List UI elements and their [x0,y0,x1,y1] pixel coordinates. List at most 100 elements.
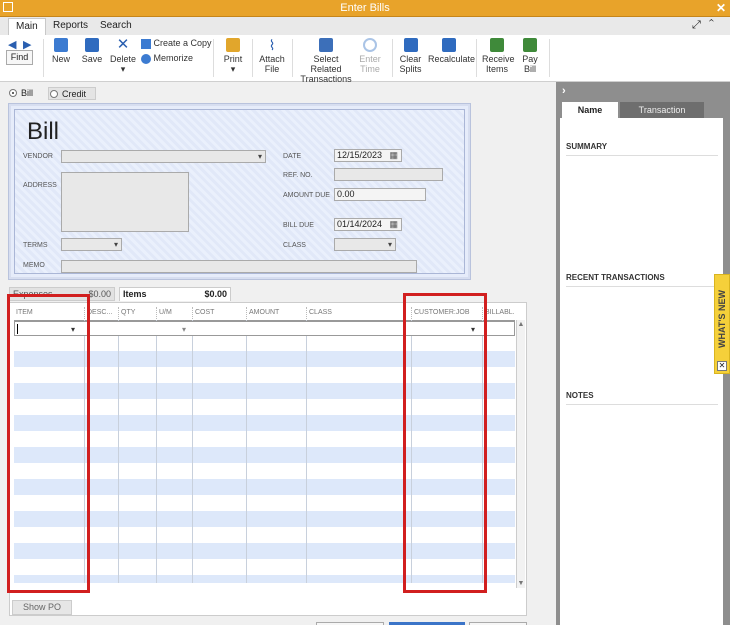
paperclip-icon: ⌇ [268,37,276,53]
credit-radio-dot [50,90,58,98]
collapse-panel-icon[interactable]: › [562,85,566,97]
close-whats-new-icon[interactable]: ✕ [717,361,727,371]
address-label: ADDRESS [23,182,57,189]
whats-new-tab[interactable]: WHAT'S NEW ✕ [714,274,730,374]
column-divider [118,320,119,583]
copy-icon [141,38,151,49]
scroll-up-icon[interactable]: ▲ [517,321,525,328]
receive-items-label-1: Receive [482,54,515,64]
window-title: Enter Bills [340,2,390,14]
recent-transactions-heading: RECENT TRANSACTIONS [566,273,718,287]
scroll-down-icon[interactable]: ▼ [517,580,525,587]
memorize-icon [141,53,151,64]
memorize-button[interactable]: Memorize [141,53,193,64]
clear-splits-button[interactable]: Clear Splits [398,37,423,74]
vendor-dropdown[interactable] [61,150,266,163]
tab-items[interactable]: Items $0.00 [119,287,231,301]
close-icon[interactable]: ✕ [716,1,726,15]
delete-x-icon: ✕ [116,36,130,53]
bill-radio-label: Bill [21,88,34,98]
col-cost[interactable]: COST [192,307,246,319]
column-divider [246,320,247,583]
form-title: Bill [27,118,60,145]
memorize-label: Memorize [153,53,194,63]
enter-time-button[interactable]: Enter Time [357,37,383,74]
amount-due-label: AMOUNT DUE [283,192,330,199]
select-related-transactions-button[interactable]: Select Related Transactions [298,37,354,84]
address-field[interactable] [61,172,189,232]
bill-main-area: Bill Credit Bill VENDOR ADDRESS TERMS ME… [0,82,555,625]
tab-search[interactable]: Search [93,18,139,35]
col-amount[interactable]: AMOUNT [246,307,306,319]
grid-scrollbar[interactable]: ▲ ▼ [516,320,525,588]
highlight-customer-job-column [403,293,487,593]
save-button[interactable]: Save [80,37,104,64]
attach-file-button[interactable]: ⌇ Attach File [258,37,286,74]
ref-no-label: REF. NO. [283,172,313,179]
panel-body: SUMMARY RECENT TRANSACTIONS NOTES [560,118,723,625]
collapse-ribbon-icon[interactable]: ⌃ [709,19,722,31]
pay-bill-label-2: Bill [523,64,536,74]
expand-icon[interactable]: ⤢ [692,19,709,31]
terms-label: TERMS [23,242,48,249]
amount-due-field[interactable]: 0.00 [334,188,426,201]
vendor-label: VENDOR [23,153,53,160]
pay-bill-icon [523,38,537,52]
column-divider [306,320,307,583]
save-icon [85,38,99,52]
attach-label-1: Attach [259,54,285,64]
credit-radio[interactable]: Credit [48,87,96,100]
bill-radio[interactable]: Bill [8,87,48,100]
date-label: DATE [283,153,302,160]
delete-button[interactable]: ✕ Delete ▾ [110,37,136,74]
find-button[interactable]: Find [6,50,33,65]
pay-bill-button[interactable]: Pay Bill [518,37,542,74]
column-divider [156,320,157,583]
class-dropdown[interactable] [334,238,396,251]
delete-label: Delete [110,54,137,64]
bill-due-label: BILL DUE [283,222,314,229]
highlight-item-column [7,294,90,593]
whats-new-label: WHAT'S NEW [717,290,727,348]
expenses-amount: $0.00 [88,289,111,299]
clear-splits-label-1: Clear [399,54,422,64]
enter-time-label-1: Enter [359,54,381,64]
save-label: Save [81,54,103,64]
tab-reports[interactable]: Reports [46,18,95,35]
receive-items-icon [490,38,504,52]
window-controls: ⤢⌃ [692,19,722,32]
show-po-button[interactable]: Show PO [12,600,72,615]
col-um[interactable]: U/M [156,307,192,319]
credit-radio-label: Credit [62,89,87,99]
bill-form: Bill VENDOR ADDRESS TERMS MEMO DATE 12/1… [8,103,471,280]
column-divider [192,320,193,583]
toolbar: ◀ ▶ Find New Save ✕ Delete ▾ Create a Cop… [0,35,730,84]
title-bar: Enter Bills ✕ [0,0,730,17]
bill-due-field[interactable]: 01/14/2024 [334,218,402,231]
tab-transaction[interactable]: Transaction [620,102,704,118]
col-qty[interactable]: QTY [118,307,156,319]
attach-label-2: File [264,64,280,74]
receive-items-label-2: Items [485,64,508,74]
clear-splits-label-2: Splits [399,64,422,74]
related-transactions-icon [319,38,333,52]
delete-dropdown-icon: ▾ [120,64,126,74]
memo-field[interactable] [61,260,417,273]
terms-dropdown[interactable] [61,238,122,251]
recalculate-button[interactable]: Recalculate [428,37,475,64]
tab-name[interactable]: Name [562,102,618,118]
new-button[interactable]: New [50,37,72,64]
col-class[interactable]: CLASS [306,307,411,319]
pay-bill-label-1: Pay [522,54,538,64]
create-copy-button[interactable]: Create a Copy [141,38,212,49]
clear-splits-icon [403,38,418,52]
um-dropdown-icon[interactable]: ▾ [182,325,186,334]
receive-items-button[interactable]: Receive Items [482,37,515,74]
select-related-label-1: Select Related [310,54,342,74]
history-panel: › Name Transaction SUMMARY RECENT TRANSA… [556,82,730,625]
calculator-icon [442,38,456,52]
print-button[interactable]: Print ▾ [221,37,245,74]
ref-no-field[interactable] [334,168,443,181]
tab-main[interactable]: Main [8,18,46,35]
date-field[interactable]: 12/15/2023 [334,149,402,162]
